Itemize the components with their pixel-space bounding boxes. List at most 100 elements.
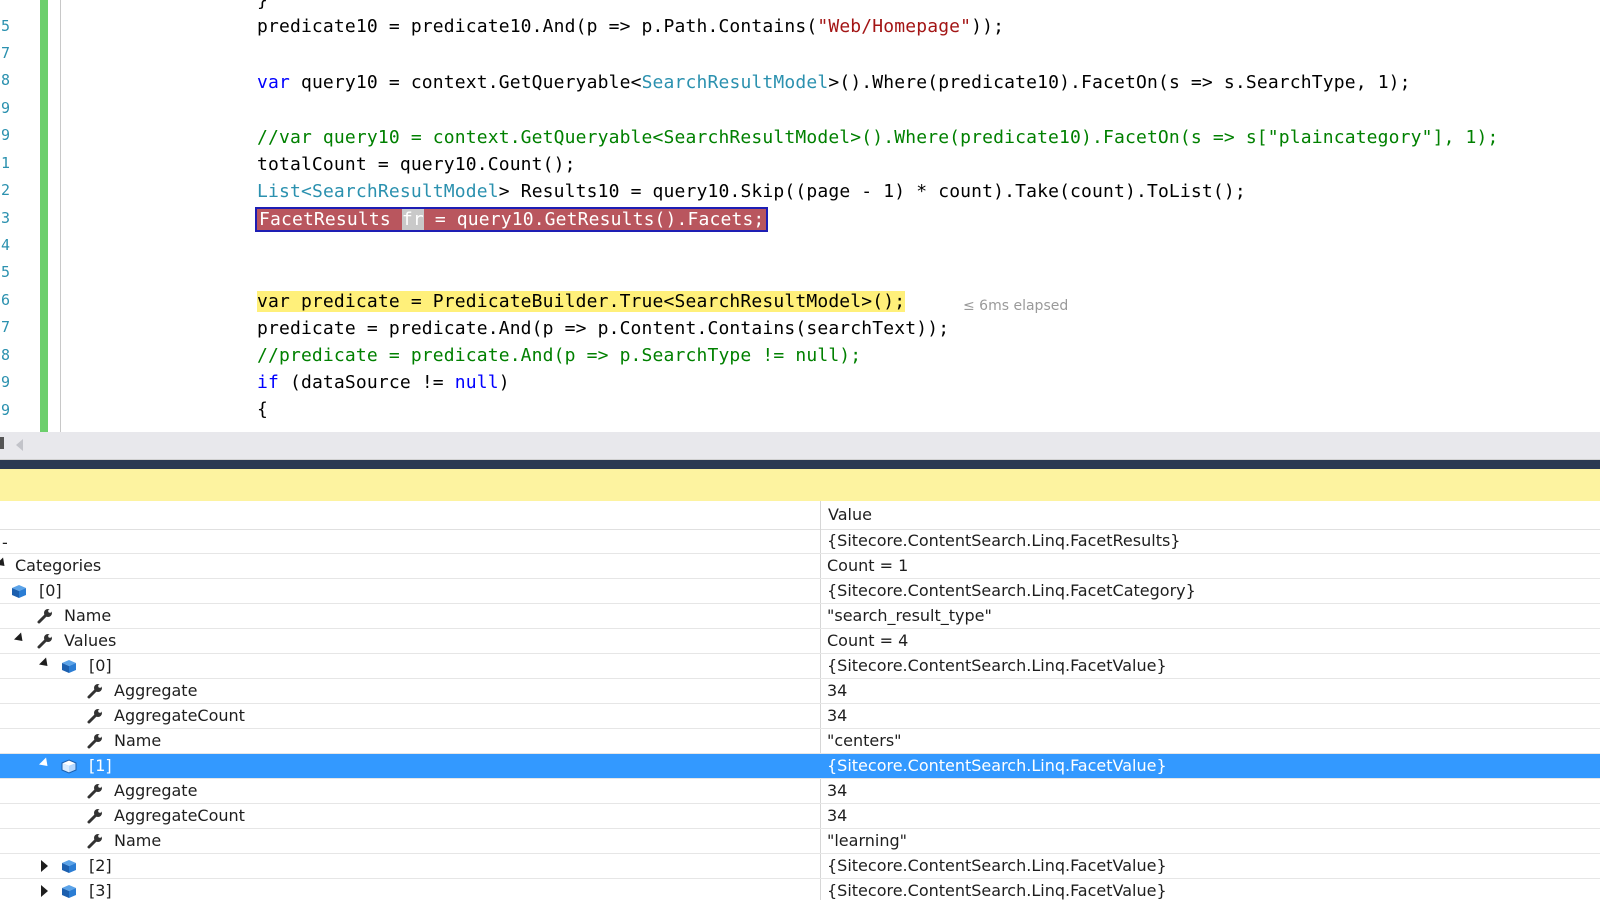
code-comment-line[interactable]: //predicate = predicate.And(p => p.Searc… xyxy=(257,343,861,369)
gutter-separator xyxy=(60,0,61,432)
code-comment-line[interactable]: //var query10 = context.GetQueryable<Sea… xyxy=(257,125,1499,151)
row-value: "search_result_type" xyxy=(827,606,992,625)
expand-arrow-icon[interactable] xyxy=(41,860,48,872)
watch-row[interactable]: Categories Count = 1 xyxy=(0,554,1600,579)
row-value: "centers" xyxy=(827,731,902,750)
row-value: {Sitecore.ContentSearch.Linq.FacetValue} xyxy=(827,881,1167,900)
object-cube-icon xyxy=(62,860,76,873)
watch-row[interactable]: [2] {Sitecore.ContentSearch.Linq.FacetVa… xyxy=(0,854,1600,879)
row-name: [0] xyxy=(39,581,62,600)
wrench-property-icon xyxy=(87,784,102,799)
line-number-gutter: 5 7 8 9 9 1 2 3 4 5 6 7 8 9 9 xyxy=(0,0,40,432)
row-name: Categories xyxy=(15,556,102,575)
collapse-arrow-icon[interactable] xyxy=(38,757,52,770)
row-value: {Sitecore.ContentSearch.Linq.FacetValue} xyxy=(827,756,1167,775)
code-line[interactable]: if (dataSource != null) xyxy=(257,370,510,396)
current-statement-highlight[interactable]: var predicate = PredicateBuilder.True<Se… xyxy=(257,291,906,312)
object-cube-icon xyxy=(62,885,76,898)
row-value: {Sitecore.ContentSearch.Linq.FacetValue} xyxy=(827,656,1167,675)
line-number: 4 xyxy=(0,236,10,254)
row-value: 34 xyxy=(827,806,848,825)
code-text: FacetResults xyxy=(259,209,402,230)
row-name: [1] xyxy=(89,756,112,775)
watch-row[interactable]: Aggregate 34 xyxy=(0,679,1600,704)
watch-row[interactable]: AggregateCount 34 xyxy=(0,804,1600,829)
scroll-left-arrow-icon[interactable] xyxy=(16,439,23,451)
line-number: 9 xyxy=(0,99,10,117)
row-name: Aggregate xyxy=(114,781,198,800)
keyword: if xyxy=(257,372,279,393)
type-name: List xyxy=(257,181,301,202)
row-name: Name xyxy=(114,731,162,750)
watch-row-selected[interactable]: [1] {Sitecore.ContentSearch.Linq.FacetVa… xyxy=(0,754,1600,779)
code-line[interactable]: { xyxy=(257,397,268,423)
string-literal: "Web/Homepage" xyxy=(817,16,972,37)
variable-fr[interactable]: fr xyxy=(401,209,424,230)
code-text: > Results10 = query10.Skip((page - 1) * … xyxy=(498,181,1246,202)
row-name: Name xyxy=(114,831,162,850)
line-number: 3 xyxy=(0,209,10,227)
code-text: ) xyxy=(498,372,510,393)
collapse-arrow-icon[interactable] xyxy=(13,632,27,645)
code-editor[interactable]: 5 7 8 9 9 1 2 3 4 5 6 7 8 9 9 } predicat… xyxy=(0,0,1600,432)
watch-row[interactable]: Name "learning" xyxy=(0,829,1600,854)
line-number: 1 xyxy=(0,154,10,172)
wrench-property-icon xyxy=(87,709,102,724)
panel-info-bar xyxy=(0,469,1600,501)
code-line[interactable]: var query10 = context.GetQueryable<Searc… xyxy=(257,70,1411,96)
code-line[interactable]: FacetResults fr = query10.GetResults().F… xyxy=(254,207,769,233)
code-line[interactable]: } xyxy=(257,0,268,14)
collapse-arrow-icon[interactable] xyxy=(38,657,52,670)
code-line[interactable]: predicate10 = predicate10.And(p => p.Pat… xyxy=(257,14,1004,40)
line-number: 2 xyxy=(0,181,10,199)
watch-row[interactable]: [3] {Sitecore.ContentSearch.Linq.FacetVa… xyxy=(0,879,1600,900)
watch-row[interactable]: Values Count = 4 xyxy=(0,629,1600,654)
line-number: 8 xyxy=(0,346,10,364)
code-text: )); xyxy=(971,16,1005,37)
row-value: Count = 1 xyxy=(827,556,909,575)
expand-arrow-icon[interactable] xyxy=(41,885,48,897)
row-value: {Sitecore.ContentSearch.Linq.FacetValue} xyxy=(827,856,1167,875)
type-name: < xyxy=(300,181,312,202)
active-statement-highlight[interactable]: FacetResults fr = query10.GetResults().F… xyxy=(254,207,769,232)
code-line[interactable]: totalCount = query10.Count(); xyxy=(257,152,576,178)
row-value: 34 xyxy=(827,781,848,800)
watch-row[interactable]: Name "search_result_type" xyxy=(0,604,1600,629)
collapse-arrow-icon[interactable] xyxy=(0,557,9,570)
watch-row[interactable]: - {Sitecore.ContentSearch.Linq.FacetResu… xyxy=(0,529,1600,554)
line-number: 7 xyxy=(0,318,10,336)
wrench-property-icon xyxy=(37,634,52,649)
horizontal-scrollbar[interactable] xyxy=(0,432,1600,460)
watch-row[interactable]: Aggregate 34 xyxy=(0,779,1600,804)
code-line[interactable]: var predicate = PredicateBuilder.True<Se… xyxy=(257,289,906,315)
code-text: >().Where(predicate10).FacetOn(s => s.Se… xyxy=(828,72,1411,93)
row-name: Values xyxy=(64,631,117,650)
watch-row[interactable]: AggregateCount 34 xyxy=(0,704,1600,729)
line-number: 6 xyxy=(0,291,10,309)
type-name: SearchResultModel xyxy=(641,72,829,93)
line-number: 5 xyxy=(0,263,10,281)
watch-row[interactable]: [0] {Sitecore.ContentSearch.Linq.FacetVa… xyxy=(0,654,1600,679)
code-text: = query10.GetResults().Facets; xyxy=(423,209,765,230)
value-column-header[interactable]: Value xyxy=(828,505,872,524)
wrench-property-icon xyxy=(87,809,102,824)
perf-tip-elapsed[interactable]: ≤ 6ms elapsed xyxy=(963,298,1068,314)
panel-title-bar xyxy=(0,460,1600,469)
row-value: 34 xyxy=(827,681,848,700)
keyword: null xyxy=(454,372,499,393)
scroll-corner xyxy=(0,437,4,449)
change-tracking-bar xyxy=(40,0,48,432)
code-text: (dataSource != xyxy=(278,372,455,393)
code-line[interactable]: List<SearchResultModel> Results10 = quer… xyxy=(257,179,1246,205)
watch-window[interactable]: Value - {Sitecore.ContentSearch.Linq.Fac… xyxy=(0,501,1600,900)
watch-row[interactable]: Name "centers" xyxy=(0,729,1600,754)
row-value: {Sitecore.ContentSearch.Linq.FacetCatego… xyxy=(827,581,1196,600)
code-line[interactable]: predicate = predicate.And(p => p.Content… xyxy=(257,316,949,342)
keyword: var xyxy=(257,72,290,93)
type-name: SearchResultModel xyxy=(311,181,499,202)
line-number: 5 xyxy=(0,17,10,35)
object-cube-icon xyxy=(62,660,76,673)
object-cube-icon xyxy=(12,585,26,598)
wrench-property-icon xyxy=(37,609,52,624)
watch-row[interactable]: [0] {Sitecore.ContentSearch.Linq.FacetCa… xyxy=(0,579,1600,604)
